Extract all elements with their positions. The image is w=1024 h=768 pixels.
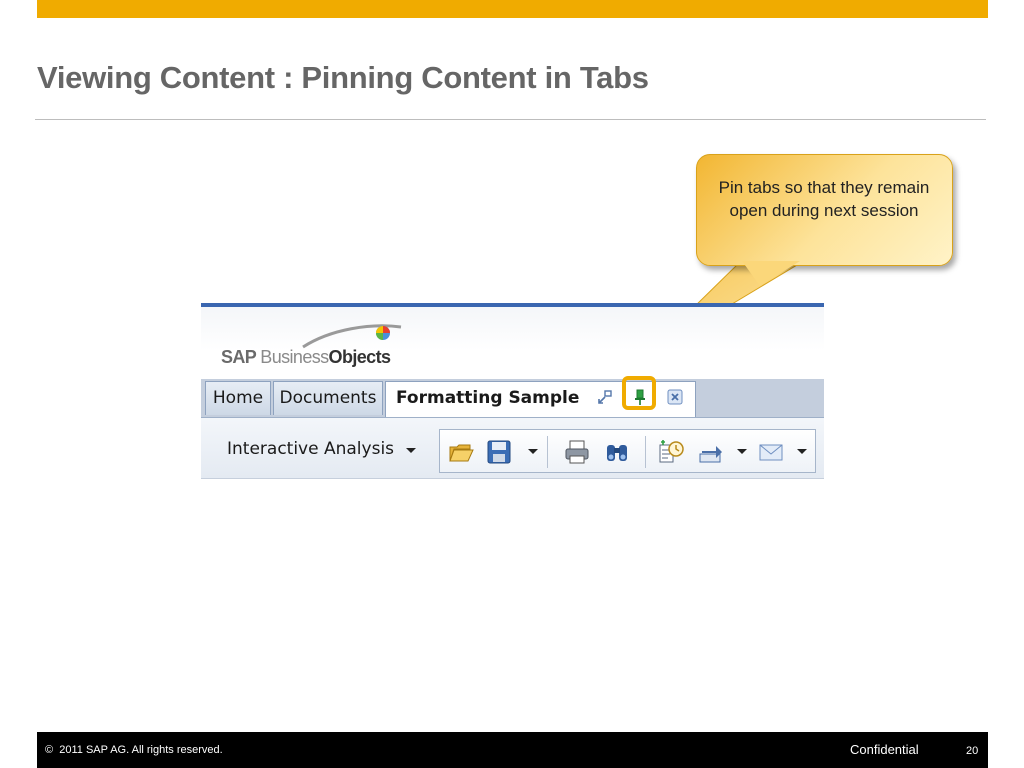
footer-copyright: © 2011 SAP AG. All rights reserved. — [45, 744, 223, 756]
schedule-icon[interactable] — [658, 439, 684, 465]
document-toolbar — [439, 429, 816, 473]
title-divider — [35, 119, 986, 120]
footer-confidential: Confidential — [850, 742, 919, 757]
tab-strip: Home Documents Formatting Sample — [201, 379, 824, 418]
open-folder-icon[interactable] — [448, 439, 474, 465]
find-icon[interactable] — [604, 439, 630, 465]
app-toolbar: Interactive Analysis — [201, 418, 824, 479]
print-icon[interactable] — [564, 439, 590, 465]
logo-sap: SAP — [221, 347, 261, 367]
top-accent-bar — [37, 0, 988, 18]
send-to-icon[interactable] — [698, 439, 724, 465]
logo-business: Business — [260, 347, 329, 367]
application-dropdown-icon[interactable] — [406, 448, 416, 453]
app-screenshot: SAP BusinessObjects Home Documents Forma… — [201, 303, 824, 479]
save-dropdown-icon[interactable] — [528, 449, 538, 454]
callout-text: Pin tabs so that they remain open during… — [718, 178, 930, 220]
restore-icon[interactable] — [597, 389, 613, 405]
application-selector[interactable]: Interactive Analysis — [227, 439, 394, 459]
toolbar-separator — [645, 436, 646, 468]
email-icon[interactable] — [758, 439, 784, 465]
tab-home[interactable]: Home — [205, 381, 271, 415]
close-icon[interactable] — [667, 389, 683, 405]
toolbar-separator — [547, 436, 548, 468]
app-header: SAP BusinessObjects — [201, 307, 824, 379]
copyright-text: 2011 SAP AG. All rights reserved. — [59, 744, 223, 756]
logo-objects: Objects — [328, 347, 391, 367]
tab-documents[interactable]: Documents — [273, 381, 383, 415]
pin-highlight — [622, 376, 656, 410]
copyright-symbol: © — [45, 744, 54, 756]
save-icon[interactable] — [486, 439, 512, 465]
email-dropdown-icon[interactable] — [797, 449, 807, 454]
send-to-dropdown-icon[interactable] — [737, 449, 747, 454]
tab-formatting-sample-label: Formatting Sample — [396, 388, 580, 408]
page-number: 20 — [966, 745, 979, 757]
sap-businessobjects-logo: SAP BusinessObjects — [221, 347, 391, 368]
slide-title: Viewing Content : Pinning Content in Tab… — [37, 60, 649, 95]
